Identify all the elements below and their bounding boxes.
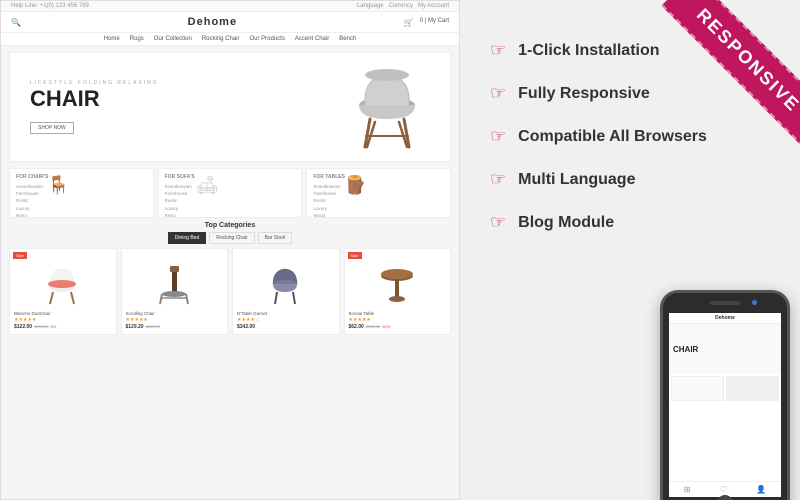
- product-image-3: [237, 253, 335, 308]
- tab-dining-bed[interactable]: Dining Bed: [168, 232, 206, 244]
- phone-hero: CHAIR: [669, 324, 781, 374]
- product-image-2: [126, 253, 224, 308]
- tab-rocking-chair[interactable]: Rocking Chair: [209, 232, 254, 244]
- tables-icon: 🪵: [344, 175, 366, 218]
- nav-bench: Bench: [339, 36, 356, 42]
- phone-camera: [752, 300, 757, 305]
- product-price-3: $342.00: [237, 324, 255, 330]
- topbar-links: Language Currency My Account: [357, 3, 449, 9]
- phone-screen: Dehome CHAIR ⊞ ♡ 👤: [669, 313, 781, 497]
- cat-sofas-title: For Sofa's: [165, 174, 296, 180]
- feature-icon-2: ☞: [490, 83, 506, 104]
- product-price-4: $62.00: [349, 324, 364, 330]
- phone-products: [669, 374, 781, 403]
- hero-text: Lifestyle Folding Relaxing CHAIR SHOP NO…: [30, 80, 159, 134]
- shop-now-button[interactable]: SHOP NOW: [30, 122, 74, 134]
- site-nav: Home Rugs Our Collection Rocking Chair O…: [1, 33, 459, 46]
- cart-label: 0 | My Cart: [420, 18, 449, 27]
- helpline: Help Line: +1(0) 123 456 789: [11, 3, 89, 9]
- product-card-4[interactable]: Sale Bonsai Table ★★★★★ $62.00 $263.00 9…: [344, 248, 452, 335]
- header-icons: 🛒 0 | My Cart: [404, 18, 449, 27]
- site-logo: Dehome: [188, 16, 237, 28]
- cat-chairs-title: For Chair's: [16, 174, 147, 180]
- cat-tables-title: For Tables: [313, 174, 444, 180]
- category-chairs: For Chair's ScandinavianFarmhouseRusticL…: [9, 168, 154, 218]
- product-grid: Sale Blanche Dustchair ★★★★★ $122.00 $13…: [9, 248, 451, 335]
- chair-svg: [345, 57, 430, 152]
- responsive-ribbon: RESPONSIVE: [661, 0, 800, 147]
- product-card-3[interactable]: D'Table Garnet ★★★★☆ $342.00: [232, 248, 340, 335]
- product-stars-1: ★★★★★: [14, 317, 112, 323]
- sofas-icon: 🛋: [196, 175, 219, 218]
- product-discount-1: 5%: [51, 324, 57, 329]
- topbar: Help Line: +1(0) 123 456 789 Language Cu…: [1, 1, 459, 12]
- feature-icon-1: ☞: [490, 40, 506, 61]
- category-tabs[interactable]: Dining Bed Rocking Chair Bar Stool: [1, 232, 459, 244]
- product-card-2[interactable]: Scrolling Chair ★★★★★ $129.20 $392.00: [121, 248, 229, 335]
- search-icon: 🔍: [11, 18, 21, 27]
- product-name-3: D'Table Garnet: [237, 311, 335, 316]
- hero-chair-image: [345, 57, 430, 157]
- feature-icon-5: ☞: [490, 212, 506, 233]
- product-stars-4: ★★★★★: [349, 317, 447, 323]
- top-categories-label: Top Categories: [1, 222, 459, 229]
- feature-item-5: ☞ Blog Module: [490, 212, 770, 233]
- cart-icon: 🛒: [404, 18, 414, 27]
- chairs-icon: 🪑: [47, 175, 69, 218]
- tab-bar-stool[interactable]: Bar Stool: [258, 232, 293, 244]
- product-old-price-4: $263.00: [366, 324, 380, 329]
- feature-text-5: Blog Module: [518, 214, 614, 232]
- product-image-1: [14, 253, 112, 308]
- product-name-1: Blanche Dustchair: [14, 311, 112, 316]
- product-name-4: Bonsai Table: [349, 311, 447, 316]
- phone-mockup: Dehome CHAIR ⊞ ♡ 👤: [660, 290, 790, 500]
- site-header: 🔍 Dehome 🛒 0 | My Cart: [1, 12, 459, 33]
- feature-icon-3: ☞: [490, 126, 506, 147]
- hero-section: Lifestyle Folding Relaxing CHAIR SHOP NO…: [9, 52, 451, 162]
- phone-site-header: Dehome: [669, 313, 781, 324]
- product-price-2: $129.20: [126, 324, 144, 330]
- phone-product-1: [671, 376, 724, 401]
- phone-speaker: [710, 301, 740, 305]
- product-old-price-2: $392.00: [146, 324, 160, 329]
- categories-strip: For Chair's ScandinavianFarmhouseRusticL…: [9, 168, 451, 218]
- nav-accent: Accent Chair: [295, 36, 329, 42]
- nav-rocking: Rocking Chair: [202, 36, 240, 42]
- product-stars-2: ★★★★★: [126, 317, 224, 323]
- cat-chairs-items: ScandinavianFarmhouseRusticLuxuryRetro: [16, 183, 43, 218]
- category-sofas: For Sofa's ScandinavianFarmhouseRusticLu…: [158, 168, 303, 218]
- phone-nav-heart-icon: ♡: [720, 485, 727, 494]
- phone-hero-title: CHAIR: [673, 345, 698, 354]
- product-price-1: $122.00: [14, 324, 32, 330]
- phone-logo: Dehome: [715, 315, 735, 321]
- right-panel: RESPONSIVE ☞ 1-Click Installation ☞ Full…: [460, 0, 800, 500]
- nav-collection: Our Collection: [154, 36, 192, 42]
- sale-badge-1: Sale: [13, 252, 27, 259]
- nav-rugs: Rugs: [130, 36, 144, 42]
- product-image-4: [349, 253, 447, 308]
- phone-outer: Dehome CHAIR ⊞ ♡ 👤: [660, 290, 790, 500]
- product-name-2: Scrolling Chair: [126, 311, 224, 316]
- category-tables: For Tables ScandinavianFarmhouseRusticLu…: [306, 168, 451, 218]
- cat-tables-items: ScandinavianFarmhouseRusticLuxuryWood: [313, 183, 340, 218]
- hero-title: CHAIR: [30, 88, 159, 110]
- product-stars-3: ★★★★☆: [237, 317, 335, 323]
- nav-home: Home: [104, 36, 120, 42]
- feature-icon-4: ☞: [490, 169, 506, 190]
- website-preview: Help Line: +1(0) 123 456 789 Language Cu…: [0, 0, 460, 500]
- product-card-1[interactable]: Sale Blanche Dustchair ★★★★★ $122.00 $13…: [9, 248, 117, 335]
- nav-products: Our Products: [250, 36, 285, 42]
- cat-sofas-items: ScandinavianFarmhouseRusticLuxuryRetro: [165, 183, 192, 218]
- phone-nav-user-icon: 👤: [756, 485, 766, 494]
- product-discount-4: 90%: [382, 324, 390, 329]
- sale-badge-4: Sale: [348, 252, 362, 259]
- product-old-price-1: $134.00: [34, 324, 48, 329]
- phone-nav-home-icon: ⊞: [684, 485, 691, 494]
- ribbon-container: RESPONSIVE: [600, 0, 800, 200]
- phone-product-2: [726, 376, 779, 401]
